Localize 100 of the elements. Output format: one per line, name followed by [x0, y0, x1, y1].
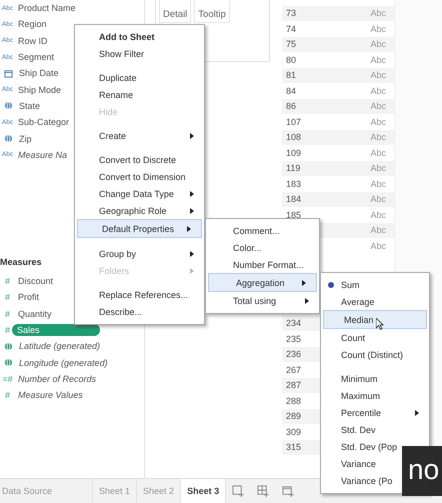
- menu-item[interactable]: Maximum: [321, 387, 429, 404]
- field-item[interactable]: Ship Mode: [16, 84, 64, 96]
- menu-item[interactable]: Average: [321, 293, 429, 310]
- table-cell: Abc: [370, 116, 386, 127]
- field-item[interactable]: Product Name: [16, 2, 78, 14]
- field-item[interactable]: Latitude (generated): [17, 340, 102, 352]
- submenu-arrow-icon: [190, 190, 194, 196]
- menu-item[interactable]: Convert to Dimension: [75, 168, 204, 185]
- table-cell: Abc: [370, 70, 386, 80]
- menu-item[interactable]: Std. Dev: [321, 421, 429, 438]
- field-type-icon: #: [1, 276, 14, 286]
- menu-item[interactable]: Median: [323, 310, 427, 329]
- menu-item[interactable]: Number Format...: [206, 256, 319, 273]
- table-cell: Abc: [370, 24, 386, 34]
- new-sheet-icon[interactable]: [232, 485, 246, 498]
- field-item[interactable]: Segment: [16, 51, 56, 64]
- field-item[interactable]: Zip: [17, 132, 34, 145]
- table-cell: 289: [286, 411, 302, 422]
- table-cell: Abc: [370, 54, 386, 65]
- table-cell: 119: [286, 163, 300, 174]
- menu-item[interactable]: Geographic Role: [75, 202, 204, 219]
- table-cell: Abc: [370, 163, 386, 174]
- field-item[interactable]: Sales: [12, 324, 100, 336]
- field-item[interactable]: State: [17, 100, 42, 112]
- menu-item[interactable]: Count (Distinct): [321, 346, 429, 363]
- field-item[interactable]: Number of Records: [16, 372, 98, 385]
- table-cell: 75: [286, 39, 296, 50]
- field-item[interactable]: Region: [16, 18, 49, 30]
- table-cell: 80: [286, 54, 296, 65]
- field-type-icon: #: [1, 292, 14, 302]
- table-cell: Abc: [370, 148, 386, 158]
- menu-item[interactable]: Color...: [206, 239, 319, 256]
- field-item[interactable]: Row ID: [16, 34, 50, 47]
- table-cell: 267: [286, 364, 302, 375]
- table-cell: 74: [286, 24, 296, 34]
- menu-item[interactable]: Sum: [321, 276, 429, 293]
- menu-item[interactable]: Rename: [75, 86, 204, 103]
- marks-button[interactable]: Tooltip: [194, 0, 230, 23]
- globe-icon: [4, 101, 13, 110]
- menu-item[interactable]: Describe...: [75, 303, 204, 320]
- menu-item[interactable]: Minimum: [321, 370, 429, 387]
- table-cell: Abc: [370, 132, 386, 142]
- menu-item[interactable]: Default Properties: [77, 219, 202, 238]
- submenu-arrow-icon: [302, 280, 306, 286]
- menu-item[interactable]: Convert to Discrete: [75, 151, 204, 168]
- calendar-icon: [4, 68, 13, 78]
- menu-item[interactable]: Replace References...: [75, 286, 204, 303]
- table-cell: 236: [286, 349, 302, 360]
- mouse-pointer-icon: [376, 318, 384, 330]
- table-cell: 109: [286, 148, 302, 158]
- field-item[interactable]: Measure Values: [16, 389, 85, 402]
- sheet-tab[interactable]: Sheet 3: [181, 479, 226, 503]
- table-cell: 287: [286, 380, 302, 390]
- table-cell: 81: [286, 70, 296, 80]
- table-cell: 288: [286, 396, 302, 406]
- menu-item[interactable]: Percentile: [321, 404, 429, 421]
- field-item[interactable]: Measure Na: [16, 148, 70, 161]
- table-cell: Abc: [370, 178, 386, 189]
- table-cell: Abc: [370, 210, 386, 220]
- submenu-arrow-icon: [190, 250, 194, 256]
- field-item[interactable]: Discount: [16, 275, 56, 288]
- table-cell: 84: [286, 86, 296, 96]
- table-cell: 107: [286, 116, 302, 127]
- submenu-arrow-icon: [187, 226, 191, 232]
- field-type-icon: #: [1, 325, 14, 335]
- table-cell: Abc: [370, 86, 386, 96]
- caption-overlay: no: [402, 446, 442, 496]
- table-cell: 183: [286, 178, 302, 189]
- globe-icon: [4, 358, 13, 368]
- menu-item[interactable]: Change Data Type: [75, 185, 204, 202]
- new-story-icon[interactable]: [282, 485, 296, 498]
- field-type-icon: #: [1, 390, 14, 400]
- field-item[interactable]: Profit: [16, 291, 42, 304]
- menu-item[interactable]: Duplicate: [75, 69, 204, 86]
- table-cell: Abc: [370, 101, 386, 112]
- marks-button[interactable]: Detail: [159, 0, 192, 23]
- menu-item[interactable]: Aggregation: [208, 273, 317, 292]
- menu-item[interactable]: Comment...: [206, 222, 319, 239]
- field-item[interactable]: Longitude (generated): [17, 356, 110, 369]
- submenu-arrow-icon: [415, 410, 419, 416]
- menu-item[interactable]: Show Filter: [75, 45, 204, 62]
- field-type-icon: #: [1, 308, 14, 319]
- table-cell: 309: [286, 426, 302, 437]
- table-cell: 73: [286, 8, 296, 18]
- table-cell: 315: [286, 442, 302, 452]
- menu-item[interactable]: Create: [75, 127, 204, 144]
- field-item[interactable]: Quantity: [16, 308, 54, 320]
- table-cell: 86: [286, 101, 296, 112]
- field-item[interactable]: Ship Date: [17, 67, 61, 80]
- table-cell: Abc: [370, 225, 386, 236]
- table-cell: 185: [286, 210, 302, 220]
- menu-item[interactable]: Group by: [75, 245, 204, 262]
- field-item[interactable]: Sub-Categor: [16, 116, 72, 128]
- new-dashboard-icon[interactable]: [257, 485, 270, 498]
- globe-icon: [4, 134, 13, 144]
- menu-item[interactable]: Count: [321, 329, 429, 346]
- table-cell: Abc: [370, 240, 386, 251]
- menu-item[interactable]: Total using: [206, 292, 319, 309]
- table-cell: Abc: [370, 39, 386, 50]
- menu-item[interactable]: Add to Sheet: [75, 28, 204, 45]
